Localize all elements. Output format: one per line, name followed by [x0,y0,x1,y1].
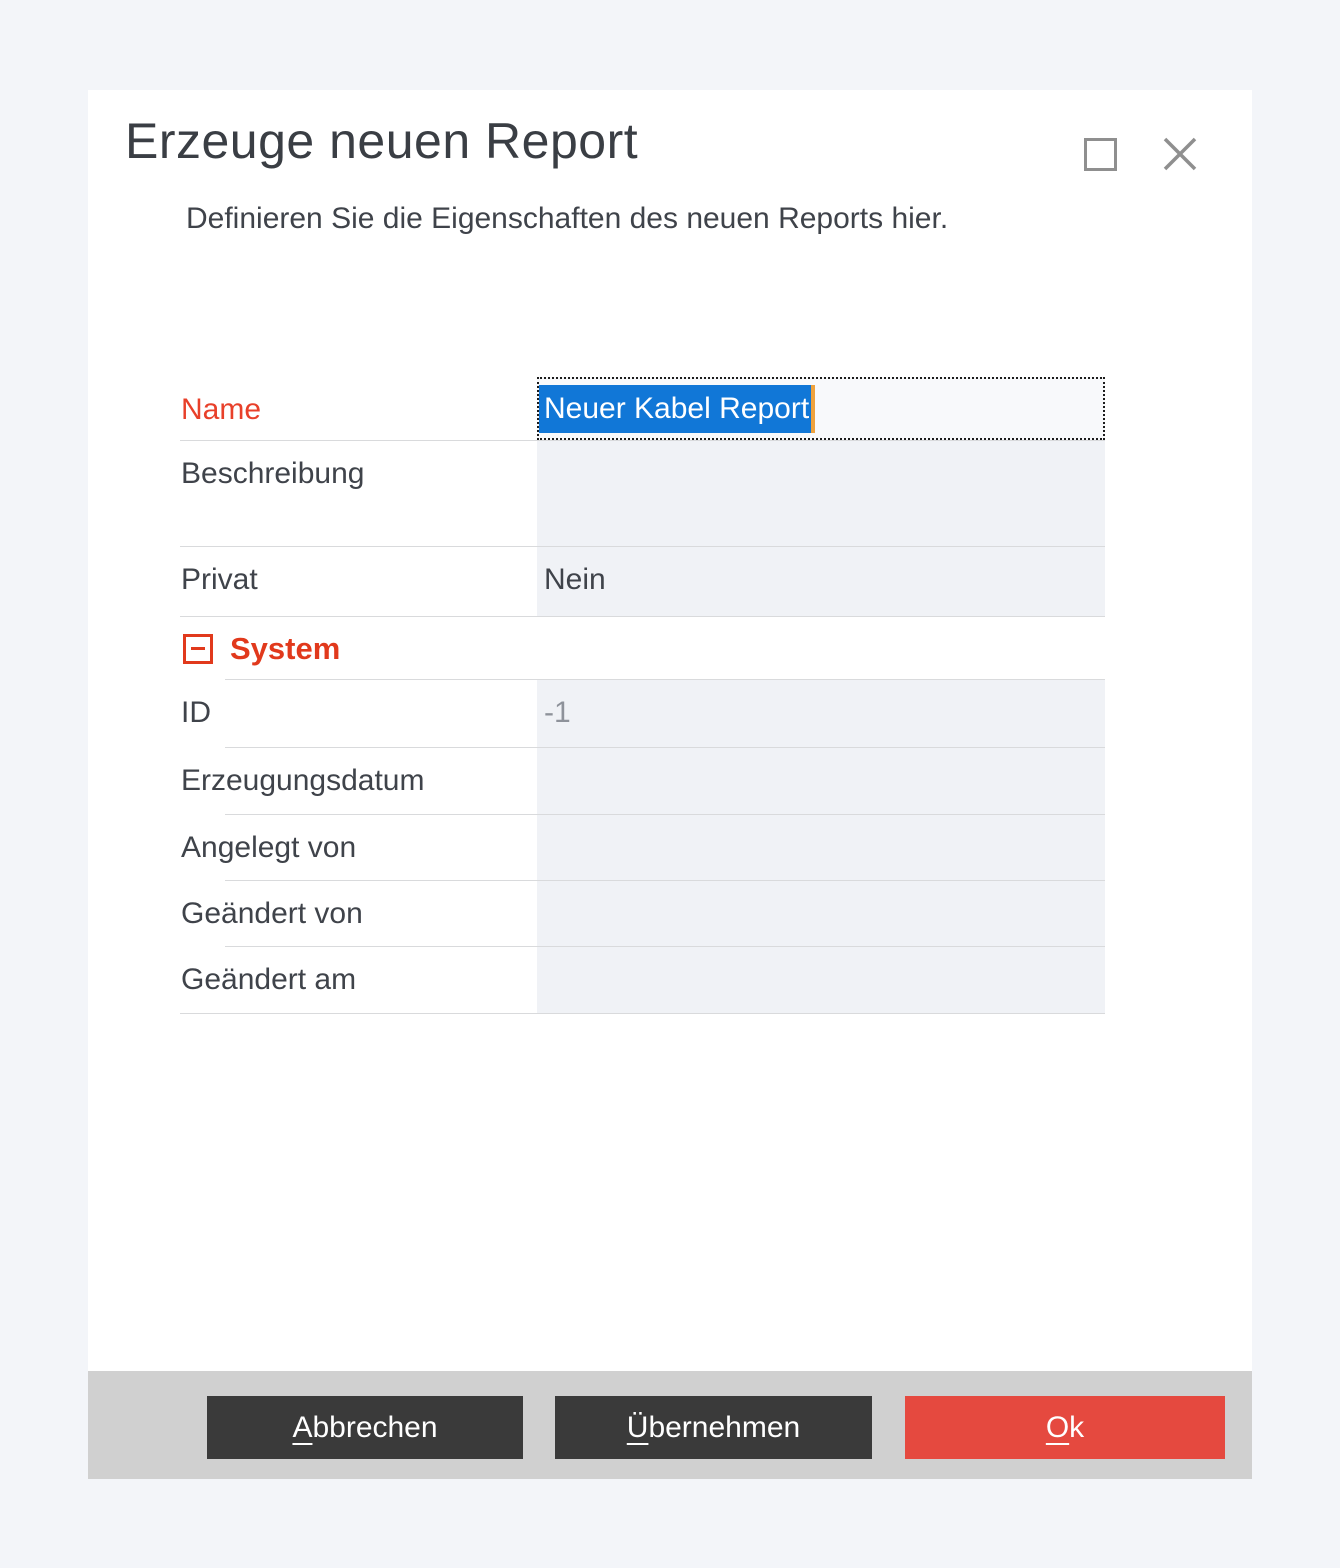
property-label-beschreibung: Beschreibung [180,441,537,546]
property-row-privat: PrivatNein [180,547,1105,617]
property-value-geandert-am[interactable] [537,947,1105,1013]
property-value-beschreibung[interactable] [537,441,1105,546]
property-label-geandert-am: Geändert am [180,947,537,1013]
property-row-name: NameNeuer Kabel Report [180,377,1105,441]
group-label: System [230,631,340,667]
property-value-geandert-von[interactable] [537,881,1105,947]
property-row-id: ID-1 [180,680,1105,748]
property-label-erzeugungsdatum: Erzeugungsdatum [180,748,537,815]
property-value-name[interactable]: Neuer Kabel Report [537,377,1105,440]
text-caret [811,385,815,433]
property-row-erzeugungsdatum: Erzeugungsdatum [180,748,1105,815]
property-row-geandert-am: Geändert am [180,947,1105,1014]
property-grid: NameNeuer Kabel ReportBeschreibungPrivat… [180,377,1105,1014]
selected-text: Neuer Kabel Report [539,385,811,433]
close-button[interactable] [1158,132,1202,176]
property-row-angelegt-von: Angelegt von [180,815,1105,881]
property-row-beschreibung: Beschreibung [180,441,1105,547]
footer-button-abbrechen[interactable]: Abbrechen [207,1396,523,1459]
property-label-angelegt-von: Angelegt von [180,815,537,881]
create-report-dialog: Erzeuge neuen Report Definieren Sie die … [88,90,1252,1479]
collapse-button[interactable] [183,634,213,664]
maximize-button[interactable] [1078,132,1122,176]
property-label-id: ID [180,680,537,748]
desktop-background: { "window": { "title": "Erzeuge neuen Re… [0,0,1340,1568]
property-label-name: Name [180,377,537,440]
close-icon [1158,132,1202,176]
group-row-system: System [180,617,1105,680]
property-value-privat[interactable]: Nein [537,547,1105,616]
minus-icon [191,647,205,650]
property-label-privat: Privat [180,547,537,616]
footer-button-ok[interactable]: Ok [905,1396,1225,1459]
property-value-erzeugungsdatum[interactable] [537,748,1105,815]
maximize-icon [1084,138,1117,171]
footer-bar: Abbrechen Übernehmen Ok [88,1371,1252,1479]
property-row-geandert-von: Geändert von [180,881,1105,947]
property-value-id: -1 [537,680,1105,748]
dialog-subtitle: Definieren Sie die Eigenschaften des neu… [186,202,948,236]
property-value-angelegt-von[interactable] [537,815,1105,881]
property-label-geandert-von: Geändert von [180,881,537,947]
dialog-title: Erzeuge neuen Report [125,112,638,170]
footer-button-ubernehmen[interactable]: Übernehmen [555,1396,872,1459]
